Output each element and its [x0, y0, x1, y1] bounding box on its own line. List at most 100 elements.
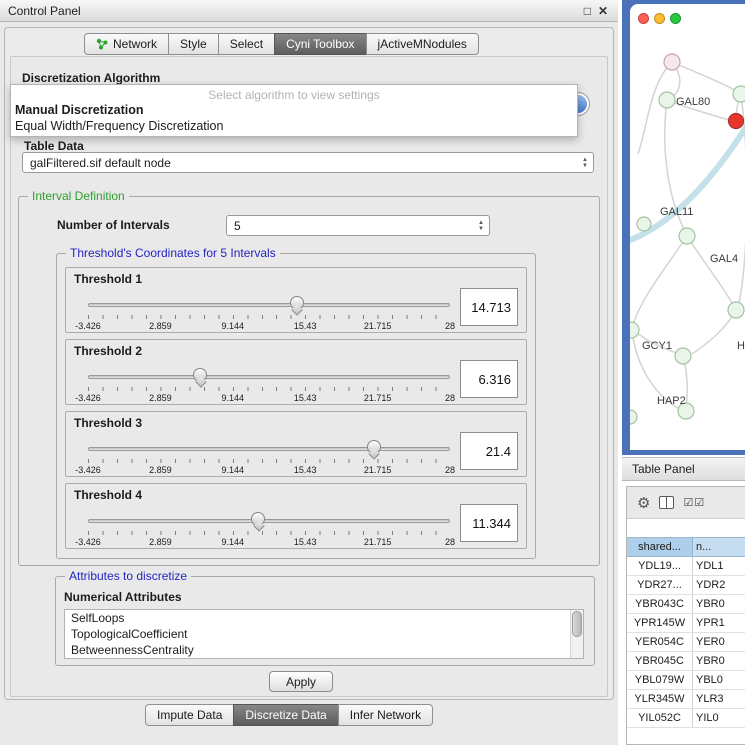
- table-row[interactable]: YPR145WYPR1: [627, 614, 745, 633]
- column-header-name[interactable]: n...: [693, 538, 745, 556]
- threshold-3-slider[interactable]: -3.426 2.859 9.144 15.43 21.715 28: [88, 438, 450, 478]
- tab-label: jActiveMNodules: [378, 37, 467, 51]
- threshold-1-value-input[interactable]: [460, 288, 518, 326]
- cell[interactable]: YLR345W: [627, 690, 693, 708]
- cell[interactable]: YBR0: [693, 595, 745, 613]
- threshold-1-slider-thumb[interactable]: [290, 296, 304, 310]
- scale-label: 9.144: [222, 321, 245, 331]
- table-header-row: shared... n...: [627, 537, 745, 557]
- scale-label: 2.859: [149, 321, 172, 331]
- cell[interactable]: YPR145W: [627, 614, 693, 632]
- list-item-selfloops[interactable]: SelfLoops: [65, 610, 583, 626]
- dropdown-option-manual-discretization[interactable]: Manual Discretization: [11, 102, 577, 118]
- table-panel-titlebar: Table Panel: [622, 457, 745, 481]
- network-nodes[interactable]: [630, 54, 745, 424]
- tab-select[interactable]: Select: [218, 33, 275, 55]
- cell[interactable]: YDL19...: [627, 557, 693, 575]
- checkbox-icon[interactable]: ☑: [694, 497, 705, 509]
- table-row[interactable]: YIL052CYIL0: [627, 709, 745, 728]
- scale-label: 9.144: [222, 537, 245, 547]
- tab-cyni-toolbox[interactable]: Cyni Toolbox: [274, 33, 366, 55]
- table-row[interactable]: YBL079WYBL0: [627, 671, 745, 690]
- tab-style[interactable]: Style: [168, 33, 219, 55]
- tab-impute-data[interactable]: Impute Data: [145, 704, 234, 726]
- gear-icon[interactable]: ⚙: [637, 494, 650, 512]
- control-panel-tabs: Network Style Select Cyni Toolbox jActiv…: [84, 33, 479, 55]
- table-row[interactable]: YER054CYER0: [627, 633, 745, 652]
- cell[interactable]: YLR3: [693, 690, 745, 708]
- list-item-betweennesscentrality[interactable]: BetweennessCentrality: [65, 642, 583, 658]
- threshold-2-slider[interactable]: -3.426 2.859 9.144 15.43 21.715 28: [88, 366, 450, 406]
- table-row[interactable]: YLR345WYLR3: [627, 690, 745, 709]
- window-traffic-lights: [638, 13, 681, 24]
- cell[interactable]: YDL1: [693, 557, 745, 575]
- attributes-group-title: Attributes to discretize: [65, 569, 191, 583]
- apply-button[interactable]: Apply: [269, 671, 333, 692]
- mac-minimize-icon[interactable]: [654, 13, 665, 24]
- cell[interactable]: YDR27...: [627, 576, 693, 594]
- network-canvas[interactable]: GAL80 GAL11 GAL4 GCY1 HAP2 H: [630, 4, 745, 450]
- list-scrollbar[interactable]: [570, 610, 583, 658]
- table-row[interactable]: YBR045CYBR0: [627, 652, 745, 671]
- cell[interactable]: YBR043C: [627, 595, 693, 613]
- slider-track[interactable]: [88, 447, 450, 451]
- threshold-4-slider-thumb[interactable]: [251, 512, 265, 526]
- cell[interactable]: YBL0: [693, 671, 745, 689]
- node: [664, 54, 680, 70]
- column-visibility-icons: ☑☑: [683, 496, 705, 509]
- threshold-3-slider-thumb[interactable]: [367, 440, 381, 454]
- dropdown-option-equal-width-frequency[interactable]: Equal Width/Frequency Discretization: [11, 118, 577, 134]
- mac-zoom-icon[interactable]: [670, 13, 681, 24]
- node: [733, 86, 745, 102]
- cell[interactable]: YER0: [693, 633, 745, 651]
- minimize-icon[interactable]: □: [584, 4, 591, 18]
- cell[interactable]: YBR0: [693, 652, 745, 670]
- slider-track[interactable]: [88, 519, 450, 523]
- tab-network[interactable]: Network: [84, 33, 169, 55]
- threshold-2-slider-thumb[interactable]: [193, 368, 207, 382]
- tab-label: Select: [230, 37, 263, 51]
- network-graph[interactable]: GAL80 GAL11 GAL4 GCY1 HAP2 H: [630, 4, 745, 450]
- number-of-intervals-combobox[interactable]: 5 ▲▼: [226, 215, 490, 236]
- cell[interactable]: YIL052C: [627, 709, 693, 727]
- slider-ticks: [88, 531, 450, 535]
- cell[interactable]: YBR045C: [627, 652, 693, 670]
- cell[interactable]: YER054C: [627, 633, 693, 651]
- cell[interactable]: YDR2: [693, 576, 745, 594]
- close-icon[interactable]: ✕: [598, 4, 608, 18]
- columns-icon[interactable]: [659, 496, 674, 509]
- threshold-4-slider[interactable]: -3.426 2.859 9.144 15.43 21.715 28: [88, 510, 450, 550]
- threshold-1-slider[interactable]: -3.426 2.859 9.144 15.43 21.715 28: [88, 294, 450, 334]
- table-data-value: galFiltered.sif default node: [23, 156, 577, 170]
- table-row[interactable]: YDL19...YDL1: [627, 557, 745, 576]
- mac-close-icon[interactable]: [638, 13, 649, 24]
- threshold-4-value-input[interactable]: [460, 504, 518, 542]
- table-data-combobox[interactable]: galFiltered.sif default node ▲▼: [22, 152, 594, 173]
- node-label-hap2: HAP2: [657, 395, 686, 407]
- node-label-gcy1: GCY1: [642, 340, 672, 352]
- checkbox-icon[interactable]: ☑: [683, 497, 694, 509]
- scale-label: 21.715: [364, 537, 392, 547]
- numerical-attributes-label: Numerical Attributes: [64, 590, 182, 604]
- cell[interactable]: YPR1: [693, 614, 745, 632]
- bottom-tabs: Impute Data Discretize Data Infer Networ…: [145, 704, 433, 726]
- slider-track[interactable]: [88, 375, 450, 379]
- list-scrollbar-thumb[interactable]: [572, 611, 582, 637]
- cell[interactable]: YBL079W: [627, 671, 693, 689]
- table-row[interactable]: YBR043CYBR0: [627, 595, 745, 614]
- threshold-3-value-input[interactable]: [460, 432, 518, 470]
- slider-track[interactable]: [88, 303, 450, 307]
- list-item-topologicalcoefficient[interactable]: TopologicalCoefficient: [65, 626, 583, 642]
- table-row[interactable]: YDR27...YDR2: [627, 576, 745, 595]
- interval-definition-group: Interval Definition Number of Intervals …: [18, 196, 600, 566]
- tab-label: Network: [113, 37, 157, 51]
- down-arrow-icon: ▼: [582, 163, 588, 169]
- cell[interactable]: YIL0: [693, 709, 745, 727]
- tab-infer-network[interactable]: Infer Network: [338, 704, 433, 726]
- threshold-2-value-input[interactable]: [460, 360, 518, 398]
- tab-discretize-data[interactable]: Discretize Data: [233, 704, 338, 726]
- tab-jactivemnodules[interactable]: jActiveMNodules: [366, 33, 479, 55]
- column-header-shared-name[interactable]: shared...: [627, 538, 693, 556]
- scale-label: 15.43: [294, 393, 317, 403]
- algorithm-dropdown-popup: Select algorithm to view settings Manual…: [10, 84, 578, 137]
